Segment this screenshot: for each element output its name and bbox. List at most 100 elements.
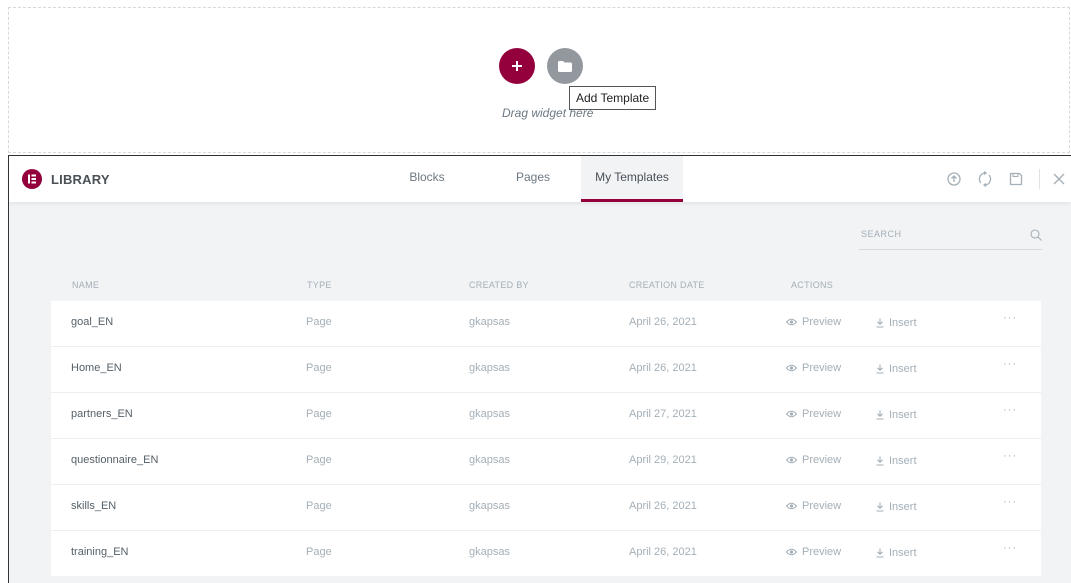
insert-button[interactable]: Insert [876,317,917,329]
search-icon[interactable] [1029,228,1043,242]
table-row: questionnaire_EN Page gkapsas April 29, 202… [51,439,1041,485]
preview-label: Preview [802,362,842,374]
elementor-icon [28,174,36,184]
more-options-button[interactable]: ··· [1003,404,1017,416]
eye-icon [786,318,797,326]
eye-icon [786,456,797,464]
templates-table: goal_EN Page gkapsas April 26, 2021 Preview I… [51,301,1041,576]
more-options-button[interactable]: ··· [1003,542,1017,554]
table-row: goal_EN Page gkapsas April 26, 2021 Preview I… [51,301,1041,347]
eye-icon [786,410,797,418]
template-type: Page [306,408,332,420]
library-title: LIBRARY [51,172,110,187]
preview-label: Preview [802,408,842,420]
library-modal: LIBRARY Blocks Pages My Templates NAME T… [8,155,1071,583]
template-creation-date: April 29, 2021 [629,454,697,466]
more-options-button[interactable]: ··· [1003,312,1017,324]
download-icon [876,318,884,328]
column-header-creation-date: CREATION DATE [629,280,705,290]
add-template-button[interactable] [547,48,583,84]
eye-icon [786,502,797,510]
add-template-tooltip: Add Template [569,86,657,110]
elementor-logo [22,169,42,189]
template-type: Page [306,546,332,558]
save-icon[interactable] [1006,169,1026,189]
header-divider [1039,169,1040,189]
insert-button[interactable]: Insert [876,363,917,375]
insert-button[interactable]: Insert [876,455,917,467]
download-icon [876,410,884,420]
insert-label: Insert [889,363,917,375]
column-header-type: TYPE [307,280,332,290]
more-options-button[interactable]: ··· [1003,358,1017,370]
insert-label: Insert [889,455,917,467]
template-creation-date: April 26, 2021 [629,362,697,374]
template-created-by: gkapsas [469,316,510,328]
template-name: partners_EN [71,408,133,420]
table-row: training_EN Page gkapsas April 26, 2021 Prev… [51,531,1041,576]
widget-drop-zone[interactable]: Drag widget here Add Template [8,7,1070,153]
close-icon[interactable] [1049,169,1069,189]
add-section-button[interactable] [499,48,535,84]
upload-icon[interactable] [944,169,964,189]
template-name: questionnaire_EN [71,454,159,466]
table-row: partners_EN Page gkapsas April 27, 2021 Prev… [51,393,1041,439]
template-type: Page [306,454,332,466]
template-name: Home_EN [71,362,122,374]
insert-button[interactable]: Insert [876,409,917,421]
template-creation-date: April 26, 2021 [629,500,697,512]
insert-button[interactable]: Insert [876,501,917,513]
tab-my-templates[interactable]: My Templates [581,156,683,202]
preview-button[interactable]: Preview [786,500,841,512]
template-created-by: gkapsas [469,500,510,512]
download-icon [876,502,884,512]
insert-label: Insert [889,317,917,329]
template-name: goal_EN [71,316,114,328]
search-box[interactable] [859,225,1042,250]
column-header-name: NAME [72,280,100,290]
more-options-button[interactable]: ··· [1003,496,1017,508]
insert-label: Insert [889,547,917,559]
tab-blocks[interactable]: Blocks [387,156,467,202]
tab-pages[interactable]: Pages [493,156,573,202]
insert-label: Insert [889,409,917,421]
insert-label: Insert [889,501,917,513]
preview-label: Preview [802,454,842,466]
preview-button[interactable]: Preview [786,546,841,558]
template-type: Page [306,500,332,512]
plus-icon [512,61,522,71]
preview-button[interactable]: Preview [786,454,841,466]
preview-label: Preview [802,500,842,512]
template-created-by: gkapsas [469,362,510,374]
eye-icon [786,364,797,372]
folder-icon [558,60,572,72]
template-created-by: gkapsas [469,454,510,466]
column-header-actions: ACTIONS [791,280,834,290]
eye-icon [786,548,797,556]
download-icon [876,548,884,558]
preview-button[interactable]: Preview [786,316,841,328]
template-creation-date: April 27, 2021 [629,408,697,420]
download-icon [876,456,884,466]
download-icon [876,364,884,374]
template-type: Page [306,362,332,374]
template-creation-date: April 26, 2021 [629,316,697,328]
column-header-created-by: CREATED BY [469,280,529,290]
table-row: skills_EN Page gkapsas April 26, 2021 Previe… [51,485,1041,531]
search-input[interactable] [859,228,1013,240]
preview-label: Preview [802,546,842,558]
template-type: Page [306,316,332,328]
preview-button[interactable]: Preview [786,362,841,374]
preview-button[interactable]: Preview [786,408,841,420]
preview-label: Preview [802,316,842,328]
template-created-by: gkapsas [469,546,510,558]
insert-button[interactable]: Insert [876,547,917,559]
template-name: training_EN [71,546,129,558]
table-row: Home_EN Page gkapsas April 26, 2021 Preview I… [51,347,1041,393]
sync-icon[interactable] [975,169,995,189]
template-creation-date: April 26, 2021 [629,546,697,558]
template-created-by: gkapsas [469,408,510,420]
library-header: LIBRARY Blocks Pages My Templates [9,156,1071,202]
more-options-button[interactable]: ··· [1003,450,1017,462]
template-name: skills_EN [71,500,117,512]
